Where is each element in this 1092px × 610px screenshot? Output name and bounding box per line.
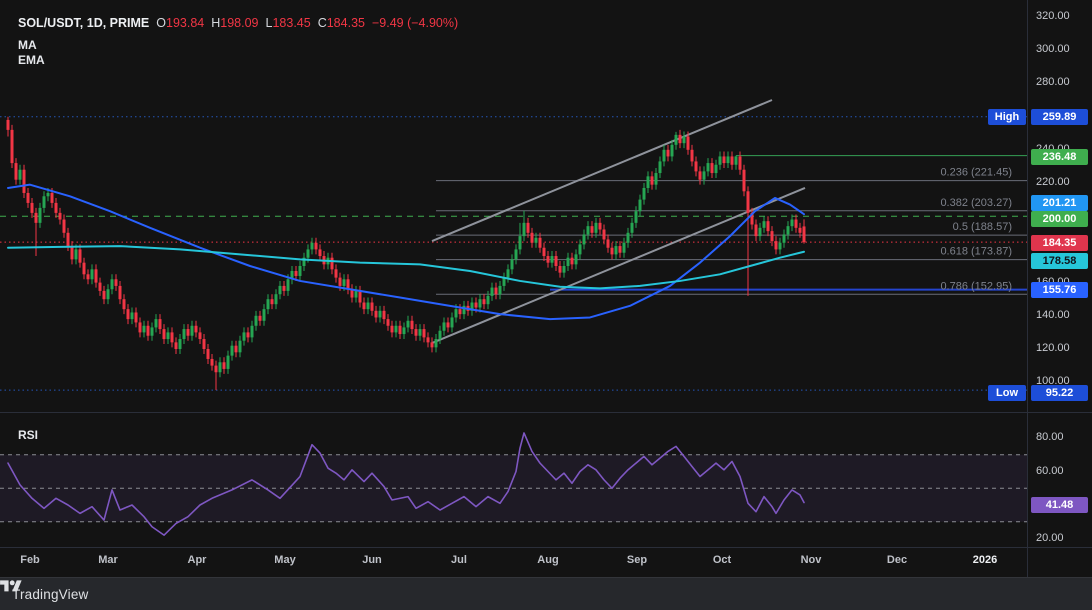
ema-line bbox=[8, 246, 804, 288]
low-tag-chip: Low bbox=[988, 385, 1026, 401]
fib-label: 0.382 (203.27) bbox=[940, 197, 1012, 209]
low-value: 183.45 bbox=[272, 16, 310, 30]
time-label-May: May bbox=[255, 554, 315, 566]
tradingview-logo-icon bbox=[0, 578, 22, 595]
time-label-Sep: Sep bbox=[607, 554, 667, 566]
high-value: 198.09 bbox=[220, 16, 258, 30]
candlestick-series bbox=[7, 117, 806, 390]
price-badge-236.48: 236.48 bbox=[1031, 149, 1088, 165]
axis-tick-80.00: 80.00 bbox=[1036, 431, 1090, 443]
axis-tick-280.00: 280.00 bbox=[1036, 76, 1090, 88]
open-value: 193.84 bbox=[166, 16, 204, 30]
chart-canvas[interactable]: 0.236 (221.45) 0.382 (203.27) 0.5 (188.57)… bbox=[0, 0, 1092, 577]
axis-tick-140.00: 140.00 bbox=[1036, 309, 1090, 321]
time-label-Feb: Feb bbox=[0, 554, 60, 566]
close-label: C bbox=[318, 16, 327, 30]
price-badge-200.00: 200.00 bbox=[1031, 211, 1088, 227]
footer-bar: TradingView bbox=[0, 577, 1092, 610]
ma-indicator-label[interactable]: MA bbox=[18, 38, 37, 52]
price-badge-178.58: 178.58 bbox=[1031, 253, 1088, 269]
fib-label: 0.618 (173.87) bbox=[940, 246, 1012, 258]
price-badge-41.48: 41.48 bbox=[1031, 497, 1088, 513]
axis-tick-300.00: 300.00 bbox=[1036, 43, 1090, 55]
tradingview-chart: 0.236 (221.45) 0.382 (203.27) 0.5 (188.57)… bbox=[0, 0, 1092, 610]
time-label-Mar: Mar bbox=[78, 554, 138, 566]
fib-label: 0.786 (152.95) bbox=[940, 280, 1012, 292]
price-badge-201.21: 201.21 bbox=[1031, 195, 1088, 211]
price-badge-184.35: 184.35 bbox=[1031, 235, 1088, 251]
time-label-2026: 2026 bbox=[955, 554, 1015, 566]
open-label: O bbox=[156, 16, 166, 30]
fib-label: 0.5 (188.57) bbox=[953, 221, 1012, 233]
axis-tick-20.00: 20.00 bbox=[1036, 532, 1090, 544]
close-value: 184.35 bbox=[327, 16, 365, 30]
symbol-title[interactable]: SOL/USDT, 1D, PRIME bbox=[18, 16, 149, 30]
time-label-Jun: Jun bbox=[342, 554, 402, 566]
axis-tick-60.00: 60.00 bbox=[1036, 465, 1090, 477]
high-label: H bbox=[211, 16, 220, 30]
tradingview-logo-text: TradingView bbox=[12, 587, 89, 602]
high-tag-chip: High bbox=[988, 109, 1026, 125]
axis-tick-220.00: 220.00 bbox=[1036, 176, 1090, 188]
tradingview-logo-link[interactable]: TradingView bbox=[12, 587, 89, 602]
fib-label: 0.236 (221.45) bbox=[940, 167, 1012, 179]
axis-tick-320.00: 320.00 bbox=[1036, 10, 1090, 22]
axis-tick-120.00: 120.00 bbox=[1036, 342, 1090, 354]
time-label-Nov: Nov bbox=[781, 554, 841, 566]
ma-line bbox=[8, 185, 804, 319]
time-label-Dec: Dec bbox=[867, 554, 927, 566]
price-badge-155.76: 155.76 bbox=[1031, 282, 1088, 298]
change-value: −9.49 (−4.90%) bbox=[372, 16, 458, 30]
time-label-Aug: Aug bbox=[518, 554, 578, 566]
price-badge-259.89: 259.89 bbox=[1031, 109, 1088, 125]
time-label-Oct: Oct bbox=[692, 554, 752, 566]
ema-indicator-label[interactable]: EMA bbox=[18, 53, 45, 67]
time-label-Apr: Apr bbox=[167, 554, 227, 566]
time-label-Jul: Jul bbox=[429, 554, 489, 566]
price-badge-95.22: 95.22 bbox=[1031, 385, 1088, 401]
rsi-indicator-label[interactable]: RSI bbox=[18, 428, 38, 442]
chart-legend: SOL/USDT, 1D, PRIMEO193.84H198.09L183.45… bbox=[18, 16, 458, 30]
channel-upper bbox=[432, 100, 772, 241]
